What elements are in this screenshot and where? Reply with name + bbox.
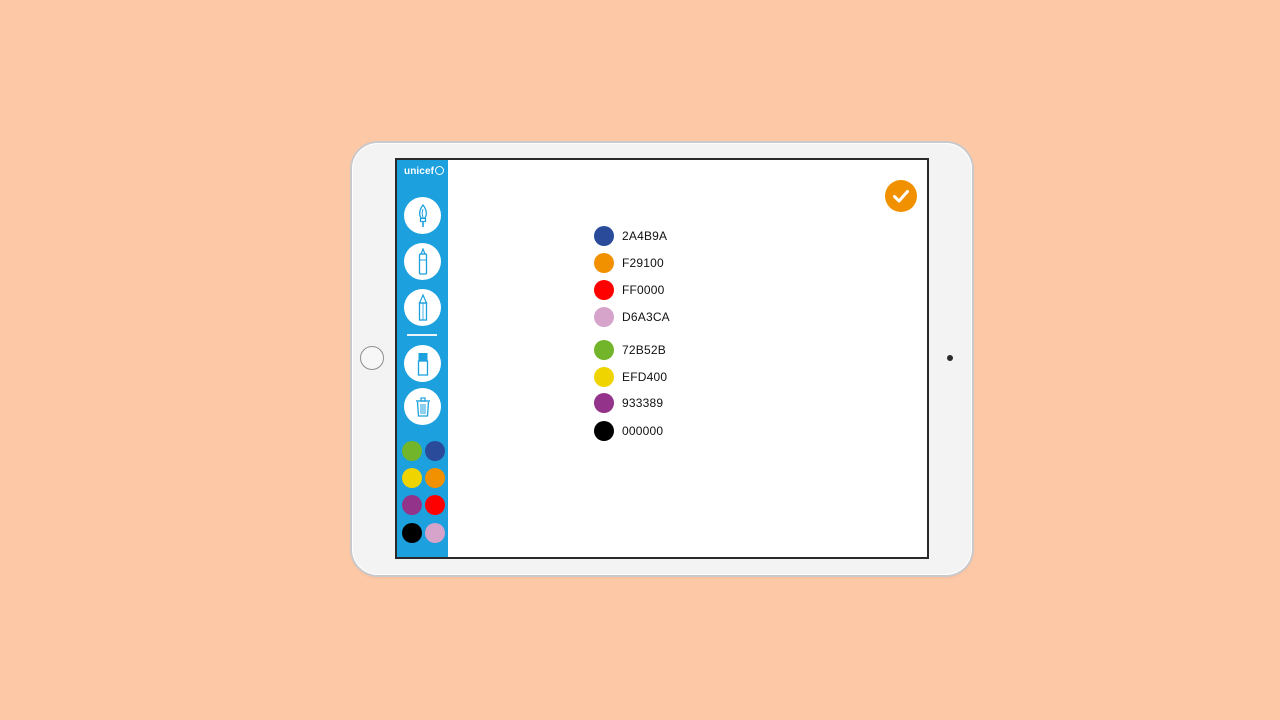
pencil-icon (418, 293, 427, 321)
camera-dot (947, 355, 953, 361)
color-dot (594, 367, 614, 387)
palette-swatch[interactable] (402, 441, 422, 461)
color-hex-label: 933389 (622, 396, 664, 410)
marker-icon (418, 247, 427, 275)
color-hex-label: F29100 (622, 256, 664, 270)
trash-icon (415, 396, 430, 417)
color-dot (594, 226, 614, 246)
color-list-item: EFD400 (594, 366, 667, 388)
tool-divider (407, 334, 437, 336)
brush-icon (418, 203, 427, 227)
color-list-item: F29100 (594, 252, 664, 274)
confirm-button[interactable] (885, 180, 917, 212)
sidebar: unicef (397, 160, 448, 557)
globe-icon (435, 166, 445, 175)
eraser-tool-button[interactable] (404, 345, 441, 382)
color-dot (594, 421, 614, 441)
color-list-item: 72B52B (594, 339, 666, 361)
color-list-item: FF0000 (594, 279, 665, 301)
color-list-item: 933389 (594, 392, 663, 414)
palette-swatch[interactable] (425, 495, 445, 515)
palette-swatch[interactable] (425, 523, 445, 543)
palette-swatch[interactable] (402, 523, 422, 543)
color-dot (594, 253, 614, 273)
color-dot (594, 280, 614, 300)
app-screen: unicef 2A4B9A F29100 FF0000 D6A3CA 72B52… (395, 158, 929, 559)
palette-swatch[interactable] (425, 441, 445, 461)
color-hex-label: FF0000 (622, 283, 665, 297)
palette-swatch[interactable] (425, 468, 445, 488)
tablet-device: unicef 2A4B9A F29100 FF0000 D6A3CA 72B52… (352, 143, 972, 575)
color-hex-label: D6A3CA (622, 310, 670, 324)
color-dot (594, 393, 614, 413)
color-list-item: 2A4B9A (594, 225, 667, 247)
color-hex-label: 72B52B (622, 343, 666, 357)
marker-tool-button[interactable] (404, 243, 441, 280)
palette-swatch[interactable] (402, 495, 422, 515)
color-hex-label: EFD400 (622, 370, 668, 384)
color-list-item: D6A3CA (594, 306, 670, 328)
checkmark-icon (893, 190, 909, 203)
home-button[interactable] (360, 346, 384, 370)
brush-tool-button[interactable] (404, 197, 441, 234)
pencil-tool-button[interactable] (404, 289, 441, 326)
color-list-item: 000000 (594, 420, 663, 442)
color-hex-label: 000000 (622, 424, 664, 438)
palette-swatch[interactable] (402, 468, 422, 488)
eraser-icon (417, 352, 428, 376)
color-hex-label: 2A4B9A (622, 229, 668, 243)
trash-tool-button[interactable] (404, 388, 441, 425)
color-dot (594, 307, 614, 327)
color-dot (594, 340, 614, 360)
logo-text: unicef (404, 166, 435, 177)
unicef-logo: unicef (404, 166, 445, 177)
stage: unicef 2A4B9A F29100 FF0000 D6A3CA 72B52… (0, 0, 1280, 720)
